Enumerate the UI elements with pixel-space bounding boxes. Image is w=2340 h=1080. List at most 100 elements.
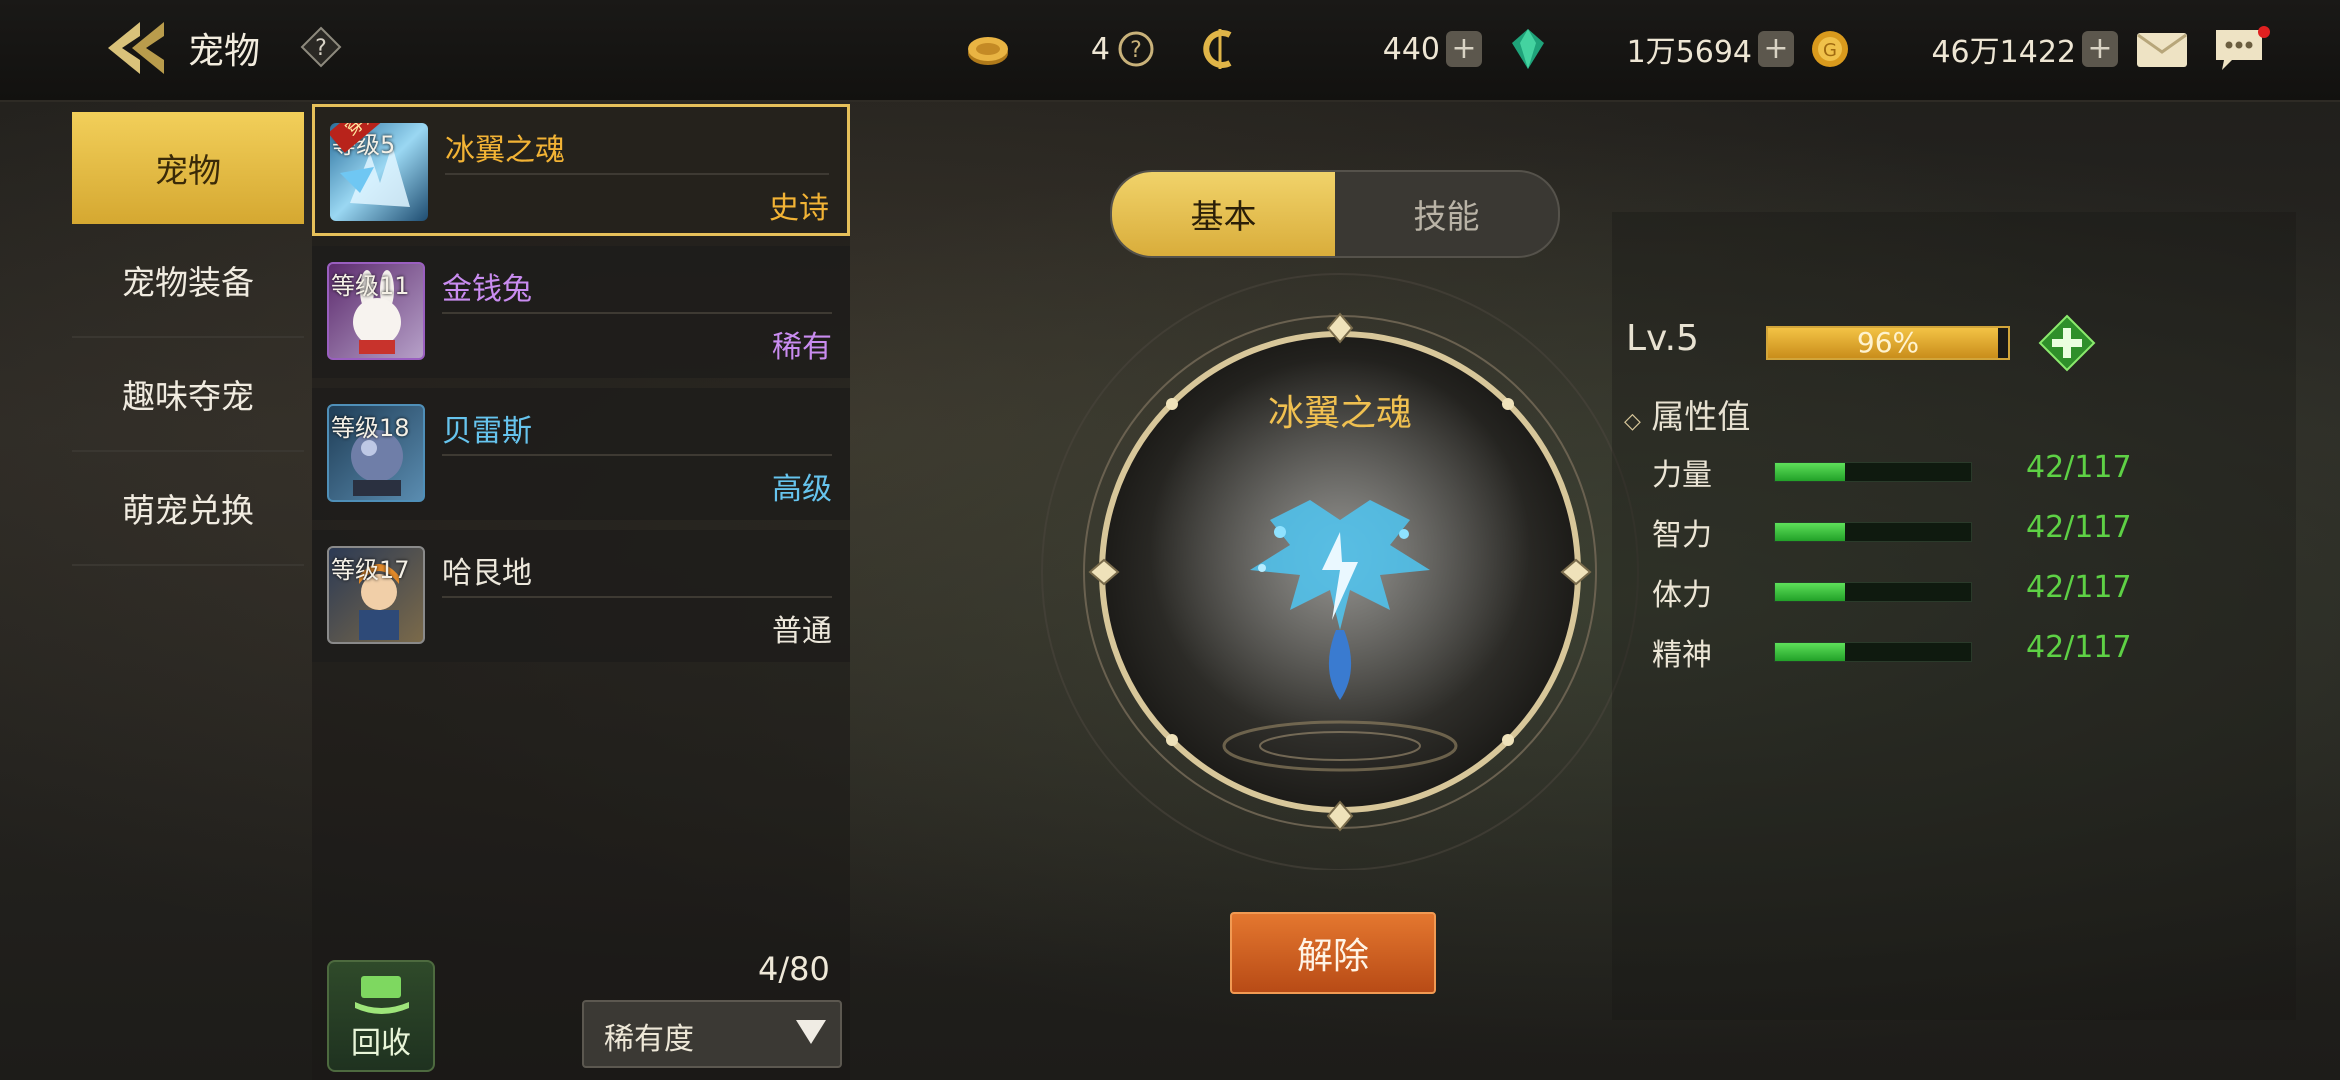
pet-card[interactable]: 等级18 贝雷斯 高级	[312, 388, 850, 520]
attribute-label: 体力	[1652, 578, 1712, 613]
nav-item-label: 宠物	[155, 151, 221, 190]
attribute-label: 智力	[1652, 518, 1712, 553]
pet-level: 等级17	[331, 556, 410, 584]
page-title: 宠物	[188, 31, 261, 72]
pet-avatar: 等级17	[327, 546, 425, 644]
currency-coin-token: 4 ?	[966, 26, 1186, 72]
nav-item-pet-equipment[interactable]: 宠物装备	[72, 224, 304, 338]
pet-display-circle	[1041, 273, 1639, 870]
nav-item-pet-exchange[interactable]: 萌宠兑换	[72, 452, 304, 566]
attribute-row: 体力 42/117	[1652, 570, 2172, 613]
pet-rarity: 普通	[772, 614, 832, 649]
pet-level: 等级18	[331, 414, 410, 442]
back-arrow-icon[interactable]	[100, 16, 172, 80]
tab-basic[interactable]: 基本	[1112, 172, 1335, 256]
pet-count: 4/80	[758, 950, 830, 988]
top-bar: 宠物 ? 4 ? 440 + 1万5694 + G 46万1422 +	[0, 0, 2340, 102]
sort-label: 稀有度	[604, 1022, 694, 1057]
divider	[442, 454, 832, 456]
add-currency-button[interactable]: +	[2082, 31, 2118, 67]
level-up-plus-icon[interactable]	[2038, 314, 2096, 372]
attribute-bar	[1774, 462, 1972, 482]
pet-level: 等级11	[331, 272, 410, 300]
pet-avatar: 等级11	[327, 262, 425, 360]
detail-tabs: 基本 技能	[1110, 170, 1560, 258]
pet-avatar: 等级5 穿戴中	[330, 123, 428, 221]
nav-item-pets[interactable]: 宠物	[72, 112, 304, 224]
recycle-hand-icon	[355, 976, 409, 1014]
recycle-button[interactable]: 回收	[327, 960, 435, 1072]
green-gem-icon	[1512, 29, 1544, 69]
currency-gold: G 46万1422 +	[1810, 26, 2120, 72]
currency-c: 440 +	[1200, 26, 1490, 72]
nav-item-label: 萌宠兑换	[122, 491, 254, 530]
attribute-value: 42/117	[2026, 450, 2132, 485]
pet-name: 贝雷斯	[442, 414, 532, 449]
attribute-bar-fill	[1775, 583, 1846, 601]
attribute-bar-fill	[1775, 463, 1846, 481]
currency-value: 440	[1382, 31, 1440, 67]
pet-rarity: 稀有	[772, 330, 832, 365]
attributes-title-text: 属性值	[1651, 397, 1751, 436]
attribute-label: 力量	[1652, 458, 1712, 493]
dropdown-arrow-icon	[796, 1020, 826, 1044]
attribute-row: 精神 42/117	[1652, 630, 2172, 673]
pet-card[interactable]: 等级5 穿戴中 冰翼之魂 史诗	[312, 104, 850, 236]
question-circle-icon[interactable]: ?	[1116, 29, 1156, 69]
notification-dot	[2258, 26, 2270, 38]
coin-token-icon	[968, 37, 1008, 65]
pet-name: 哈艮地	[442, 556, 532, 591]
add-currency-button[interactable]: +	[1758, 31, 1794, 67]
tab-skills[interactable]: 技能	[1335, 172, 1558, 256]
svg-text:?: ?	[1130, 38, 1142, 63]
pet-card[interactable]: 等级11 金钱兔 稀有	[312, 246, 850, 378]
attribute-value: 42/117	[2026, 510, 2132, 545]
attribute-value: 42/117	[2026, 630, 2132, 665]
exp-bar: 96%	[1766, 326, 2010, 360]
pet-rarity: 史诗	[769, 191, 829, 226]
nav-item-pet-capture[interactable]: 趣味夺宠	[72, 338, 304, 452]
gold-coin-icon: G	[1812, 31, 1848, 67]
recycle-label: 回收	[351, 1026, 411, 1061]
currency-value: 1万5694	[1626, 35, 1752, 70]
pet-card[interactable]: 等级17 哈艮地 普通	[312, 530, 850, 662]
c-currency-icon	[1203, 29, 1232, 69]
category-nav: 宠物 宠物装备 趣味夺宠 萌宠兑换	[72, 112, 304, 566]
display-pet-name: 冰翼之魂	[1267, 393, 1412, 434]
attribute-row: 智力 42/117	[1652, 510, 2172, 553]
pet-name: 冰翼之魂	[445, 133, 565, 168]
attribute-bar-fill	[1775, 643, 1846, 661]
diamond-bullet-icon: ◇	[1624, 409, 1641, 434]
svg-text:?: ?	[315, 36, 327, 61]
attribute-row: 力量 42/117	[1652, 450, 2172, 493]
attribute-value: 42/117	[2026, 570, 2132, 605]
attribute-bar-fill	[1775, 523, 1846, 541]
sort-dropdown[interactable]: 稀有度	[582, 1000, 842, 1068]
currency-value: 4	[1090, 31, 1110, 67]
attribute-label: 精神	[1652, 638, 1712, 673]
nav-item-label: 宠物装备	[122, 263, 254, 302]
currency-value: 46万1422	[1931, 35, 2076, 70]
pet-rarity: 高级	[772, 472, 832, 507]
currency-gem: 1万5694 +	[1510, 26, 1800, 72]
release-button[interactable]: 解除	[1230, 912, 1436, 994]
svg-text:G: G	[1823, 40, 1837, 61]
help-icon[interactable]: ?	[300, 26, 342, 68]
exp-percent: 96%	[1856, 326, 1920, 359]
attributes-title: ◇ 属性值	[1624, 390, 1750, 438]
release-button-label: 解除	[1296, 936, 1369, 977]
pet-name: 金钱兔	[442, 272, 532, 307]
pet-level-text: Lv.5	[1626, 318, 1699, 359]
nav-item-label: 趣味夺宠	[122, 377, 254, 416]
attribute-bar	[1774, 642, 1972, 662]
tab-label: 基本	[1190, 197, 1257, 236]
tab-label: 技能	[1413, 197, 1480, 236]
attribute-bar	[1774, 582, 1972, 602]
add-currency-button[interactable]: +	[1446, 31, 1482, 67]
divider	[445, 173, 829, 175]
mail-icon[interactable]	[2136, 32, 2188, 68]
pet-list: 等级5 穿戴中 冰翼之魂 史诗 等级11 金钱兔 稀有	[312, 104, 850, 1080]
attribute-bar	[1774, 522, 1972, 542]
pet-avatar: 等级18	[327, 404, 425, 502]
divider	[442, 312, 832, 314]
